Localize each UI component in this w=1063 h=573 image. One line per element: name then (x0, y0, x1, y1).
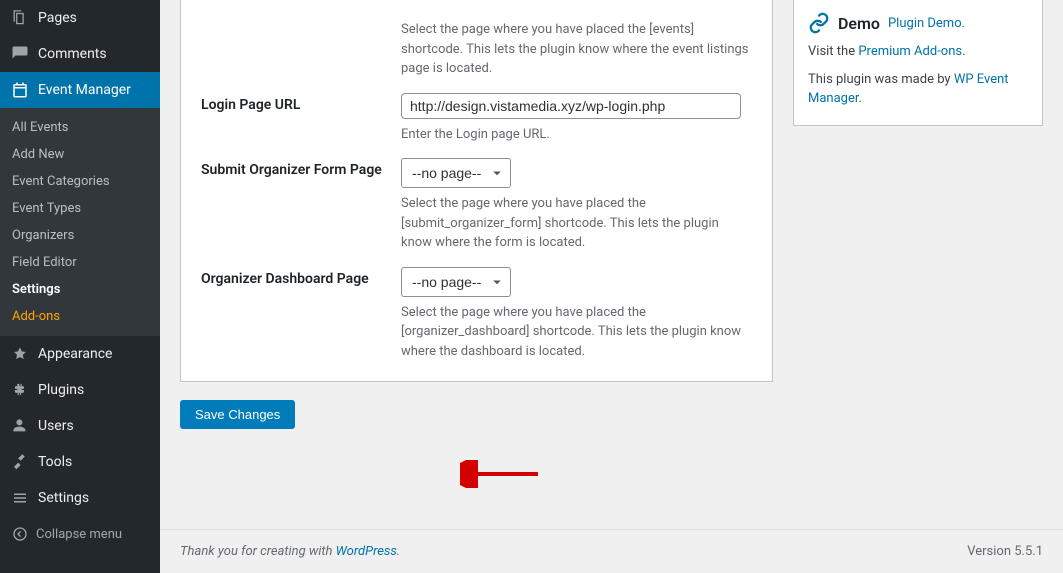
appearance-icon (10, 344, 30, 364)
submenu-add-new[interactable]: Add New (0, 141, 160, 168)
menu-label: Appearance (38, 346, 112, 362)
submenu-organizers[interactable]: Organizers (0, 222, 160, 249)
menu-tools[interactable]: Tools (0, 444, 160, 480)
organizer-dashboard-description: Select the page where you have placed th… (401, 303, 752, 362)
collapse-icon (10, 524, 30, 544)
event-manager-submenu: All Events Add New Event Categories Even… (0, 108, 160, 336)
admin-footer: Thank you for creating with WordPress. V… (160, 529, 1063, 573)
organizer-dashboard-label: Organizer Dashboard Page (201, 267, 401, 362)
menu-label: Comments (38, 46, 107, 62)
submit-organizer-form-label: Submit Organizer Form Page (201, 158, 401, 253)
events-page-description: Select the page where you have placed th… (401, 20, 752, 79)
menu-appearance[interactable]: Appearance (0, 336, 160, 372)
admin-sidebar: Pages Comments Event Manager All Events … (0, 0, 160, 573)
menu-plugins[interactable]: Plugins (0, 372, 160, 408)
made-by-prefix: This plugin was made by (808, 72, 954, 87)
link-icon (808, 12, 830, 34)
wordpress-link[interactable]: WordPress (336, 544, 397, 559)
tools-icon (10, 452, 30, 472)
menu-label: Users (38, 418, 74, 434)
menu-label: Tools (38, 454, 72, 470)
comments-icon (10, 44, 30, 64)
login-page-url-description: Enter the Login page URL. (401, 125, 752, 145)
footer-thanks: Thank you for creating with (180, 544, 336, 559)
submenu-addons[interactable]: Add-ons (0, 303, 160, 330)
demo-sidebox: Demo Plugin Demo. Visit the Premium Add-… (793, 0, 1043, 126)
submenu-field-editor[interactable]: Field Editor (0, 249, 160, 276)
users-icon (10, 416, 30, 436)
pages-icon (10, 8, 30, 28)
menu-settings[interactable]: Settings (0, 480, 160, 516)
organizer-dashboard-select[interactable]: --no page-- (401, 267, 511, 297)
menu-label: Settings (38, 490, 89, 506)
login-page-url-label: Login Page URL (201, 93, 401, 145)
demo-title: Demo (838, 14, 880, 33)
menu-label: Plugins (38, 382, 84, 398)
submenu-settings[interactable]: Settings (0, 276, 160, 303)
menu-comments[interactable]: Comments (0, 36, 160, 72)
settings-panel: Select the page where you have placed th… (180, 0, 773, 382)
menu-label: Pages (38, 10, 77, 26)
login-page-url-input[interactable] (401, 93, 741, 119)
submenu-all-events[interactable]: All Events (0, 114, 160, 141)
collapse-menu[interactable]: Collapse menu (0, 516, 160, 552)
menu-pages[interactable]: Pages (0, 0, 160, 36)
submit-organizer-form-description: Select the page where you have placed th… (401, 194, 752, 253)
plugin-demo-link[interactable]: Plugin Demo. (888, 16, 965, 31)
submenu-event-types[interactable]: Event Types (0, 195, 160, 222)
submit-organizer-form-select[interactable]: --no page-- (401, 158, 511, 188)
menu-users[interactable]: Users (0, 408, 160, 444)
settings-icon (10, 488, 30, 508)
version-text: Version 5.5.1 (967, 544, 1043, 559)
calendar-icon (10, 80, 30, 100)
visit-prefix: Visit the (808, 44, 858, 59)
collapse-label: Collapse menu (36, 527, 122, 542)
annotation-arrow (460, 460, 540, 488)
menu-label: Event Manager (38, 82, 131, 98)
submenu-event-categories[interactable]: Event Categories (0, 168, 160, 195)
plugins-icon (10, 380, 30, 400)
menu-event-manager[interactable]: Event Manager (0, 72, 160, 108)
premium-addons-link[interactable]: Premium Add-ons (858, 44, 962, 59)
save-changes-button[interactable]: Save Changes (180, 400, 295, 429)
